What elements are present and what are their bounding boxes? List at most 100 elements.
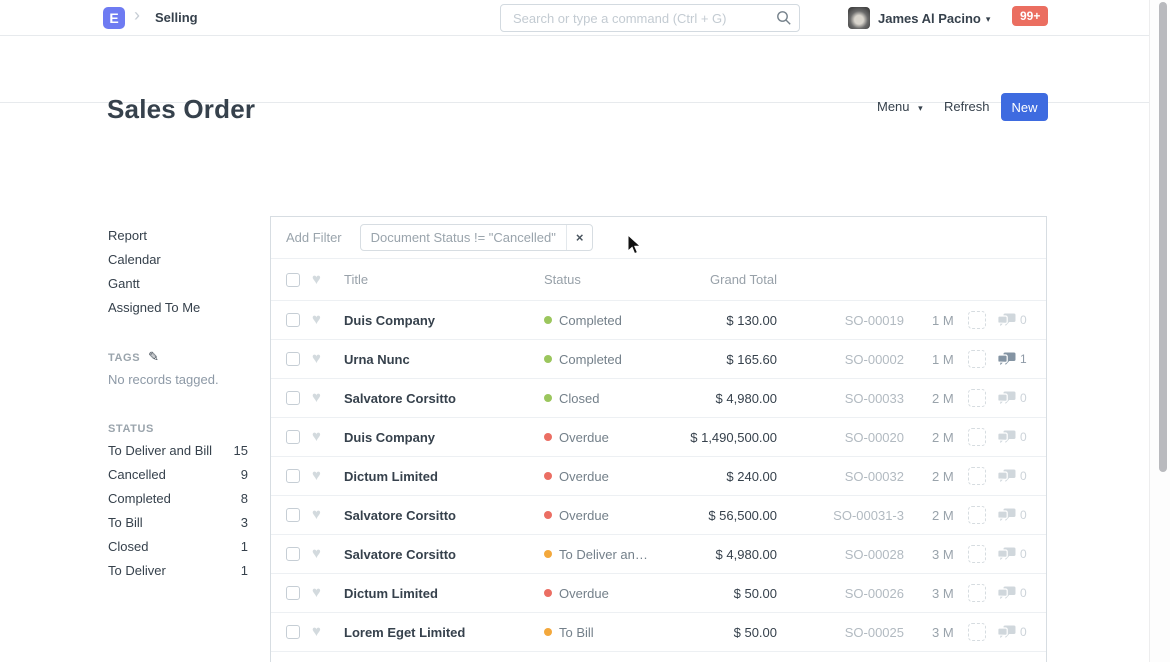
like-heart-icon[interactable]: ♥ <box>312 586 328 600</box>
sidebar-status-filter[interactable]: To Bill 3 <box>108 511 248 535</box>
sidebar-status-filter[interactable]: To Deliver and Bill 15 <box>108 439 248 463</box>
status-dot <box>544 628 552 636</box>
notifications-badge[interactable]: 99+ <box>1012 6 1048 26</box>
table-row[interactable]: ♥ Duis Company Completed $ 130.00 SO-000… <box>271 301 1046 340</box>
sidebar-view-item[interactable]: Assigned To Me <box>108 296 248 320</box>
like-filter-icon[interactable]: ♥ <box>312 273 328 287</box>
assign-placeholder[interactable] <box>968 623 986 641</box>
comments-indicator[interactable]: 0 <box>997 586 1027 601</box>
active-filter-pill[interactable]: Document Status != "Cancelled" × <box>360 224 594 251</box>
sidebar-status-filter[interactable]: Closed 1 <box>108 535 248 559</box>
select-all-checkbox[interactable] <box>286 273 300 287</box>
comments-indicator[interactable]: 1 <box>997 352 1027 367</box>
edit-tags-icon[interactable]: ✎ <box>148 347 160 367</box>
like-heart-icon[interactable]: ♥ <box>312 508 328 522</box>
search-input[interactable] <box>500 4 800 32</box>
scrollbar-thumb[interactable] <box>1159 2 1167 472</box>
assign-placeholder[interactable] <box>968 467 986 485</box>
sidebar-view-item[interactable]: Report <box>108 224 248 248</box>
refresh-button[interactable]: Refresh <box>944 99 990 114</box>
row-checkbox[interactable] <box>286 391 300 405</box>
sidebar-view-item[interactable]: Calendar <box>108 248 248 272</box>
app-logo[interactable]: E <box>103 7 125 29</box>
status-filter-label: Cancelled <box>108 463 166 487</box>
list-header-row: ♥ Title Status Grand Total <box>271 259 1046 301</box>
menu-button[interactable]: Menu ▾ <box>877 99 923 114</box>
row-title: Urna Nunc <box>344 352 544 367</box>
table-row[interactable]: ♥ Salvatore Corsitto Closed $ 4,980.00 S… <box>271 379 1046 418</box>
comment-count: 0 <box>1020 625 1027 639</box>
table-row[interactable]: ♥ Duis Company Overdue $ 1,490,500.00 SO… <box>271 418 1046 457</box>
table-row[interactable]: ♥ Urna Nunc Completed $ 165.60 SO-00002 … <box>271 340 1046 379</box>
assign-placeholder[interactable] <box>968 428 986 446</box>
row-age: 2 M <box>932 430 960 445</box>
breadcrumb[interactable]: Selling <box>155 10 198 25</box>
new-button[interactable]: New <box>1001 93 1048 121</box>
comment-icon <box>997 547 1016 562</box>
row-checkbox[interactable] <box>286 469 300 483</box>
row-grand-total: $ 1,490,500.00 <box>667 430 777 445</box>
filter-condition-text[interactable]: Document Status != "Cancelled" <box>361 225 566 250</box>
status-filter-label: To Bill <box>108 511 143 535</box>
status-text: To Deliver an… <box>559 547 648 562</box>
row-title: Salvatore Corsitto <box>344 547 544 562</box>
sidebar-status-filter[interactable]: Cancelled 9 <box>108 463 248 487</box>
column-header-grand-total: Grand Total <box>667 272 777 287</box>
comment-icon <box>997 469 1016 484</box>
status-text: Overdue <box>559 430 609 445</box>
like-heart-icon[interactable]: ♥ <box>312 391 328 405</box>
row-checkbox[interactable] <box>286 547 300 561</box>
row-checkbox[interactable] <box>286 508 300 522</box>
global-search <box>500 4 800 32</box>
assign-placeholder[interactable] <box>968 350 986 368</box>
table-row[interactable]: ♥ Dictum Limited Overdue $ 50.00 SO-0002… <box>271 574 1046 613</box>
table-row[interactable]: ♥ Salvatore Corsitto Overdue $ 56,500.00… <box>271 496 1046 535</box>
search-icon[interactable] <box>776 10 792 26</box>
comment-count: 0 <box>1020 508 1027 522</box>
row-document-id: SO-00020 <box>777 430 904 445</box>
assign-placeholder[interactable] <box>968 506 986 524</box>
row-checkbox[interactable] <box>286 625 300 639</box>
comments-indicator[interactable]: 0 <box>997 313 1027 328</box>
row-checkbox[interactable] <box>286 586 300 600</box>
comments-indicator[interactable]: 0 <box>997 469 1027 484</box>
comments-indicator[interactable]: 0 <box>997 508 1027 523</box>
table-row[interactable]: ♥ Lorem Eget Limited To Bill $ 50.00 SO-… <box>271 613 1046 652</box>
status-filter-count: 1 <box>241 535 248 559</box>
user-menu[interactable]: James Al Pacino ▾ <box>848 0 990 36</box>
table-row[interactable]: ♥ Sonec LLP Overdue $ 80.00 SO-00024 4 M <box>271 652 1046 662</box>
status-dot <box>544 550 552 558</box>
assign-placeholder[interactable] <box>968 311 986 329</box>
row-checkbox[interactable] <box>286 430 300 444</box>
row-grand-total: $ 50.00 <box>667 625 777 640</box>
like-heart-icon[interactable]: ♥ <box>312 625 328 639</box>
row-checkbox[interactable] <box>286 313 300 327</box>
like-heart-icon[interactable]: ♥ <box>312 430 328 444</box>
table-row[interactable]: ♥ Dictum Limited Overdue $ 240.00 SO-000… <box>271 457 1046 496</box>
row-grand-total: $ 130.00 <box>667 313 777 328</box>
like-heart-icon[interactable]: ♥ <box>312 469 328 483</box>
scrollbar-track[interactable] <box>1149 0 1170 662</box>
sidebar-view-item[interactable]: Gantt <box>108 272 248 296</box>
comments-indicator[interactable]: 0 <box>997 391 1027 406</box>
row-document-id: SO-00019 <box>777 313 904 328</box>
add-filter-button[interactable]: Add Filter <box>286 230 342 245</box>
breadcrumb-chevron-icon: › <box>134 5 140 26</box>
table-row[interactable]: ♥ Salvatore Corsitto To Deliver an… $ 4,… <box>271 535 1046 574</box>
assign-placeholder[interactable] <box>968 584 986 602</box>
comments-indicator[interactable]: 0 <box>997 430 1027 445</box>
sidebar-status-filter[interactable]: To Deliver 1 <box>108 559 248 583</box>
comments-indicator[interactable]: 0 <box>997 625 1027 640</box>
status-dot <box>544 433 552 441</box>
assign-placeholder[interactable] <box>968 545 986 563</box>
like-heart-icon[interactable]: ♥ <box>312 547 328 561</box>
row-checkbox[interactable] <box>286 352 300 366</box>
like-heart-icon[interactable]: ♥ <box>312 313 328 327</box>
assign-placeholder[interactable] <box>968 389 986 407</box>
like-heart-icon[interactable]: ♥ <box>312 352 328 366</box>
status-dot <box>544 394 552 402</box>
sidebar-status-filter[interactable]: Completed 8 <box>108 487 248 511</box>
remove-filter-icon[interactable]: × <box>566 225 593 250</box>
comments-indicator[interactable]: 0 <box>997 547 1027 562</box>
comment-icon <box>997 586 1016 601</box>
